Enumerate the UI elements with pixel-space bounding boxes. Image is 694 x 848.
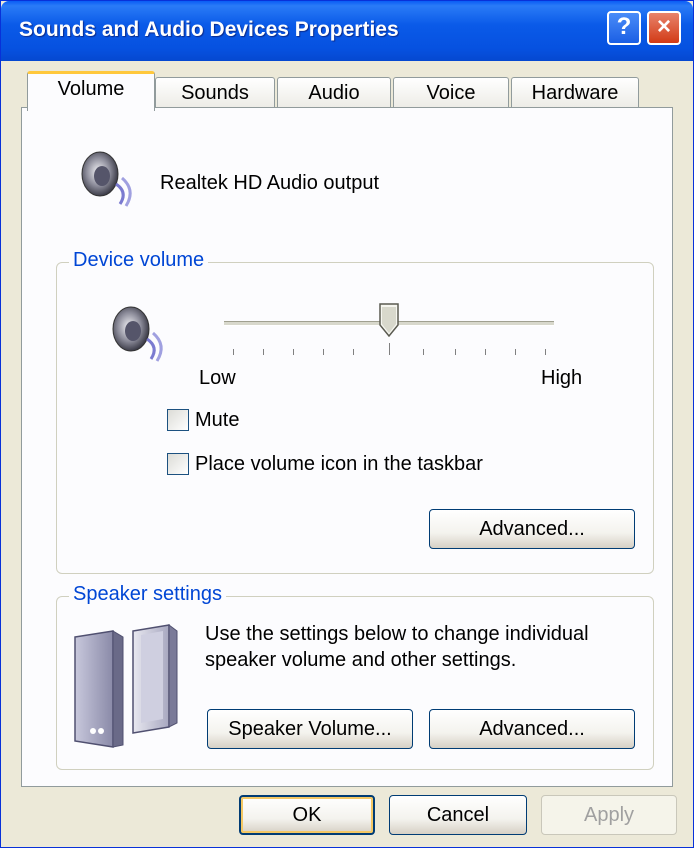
speaker-icon xyxy=(107,303,169,368)
device-volume-group: Device volume Low High Mute Place volume… xyxy=(56,249,654,574)
cancel-button[interactable]: Cancel xyxy=(389,795,527,835)
device-advanced-button[interactable]: Advanced... xyxy=(429,509,635,549)
apply-button[interactable]: Apply xyxy=(541,795,677,835)
volume-slider-thumb[interactable] xyxy=(379,303,399,338)
tab-audio[interactable]: Audio xyxy=(277,77,391,109)
device-volume-title: Device volume xyxy=(69,249,209,272)
mute-label[interactable]: Mute xyxy=(195,409,239,432)
window-title: Sounds and Audio Devices Properties xyxy=(19,18,399,41)
help-button[interactable]: ? xyxy=(607,11,641,45)
tab-hardware[interactable]: Hardware xyxy=(511,77,639,109)
slider-tick xyxy=(545,349,546,355)
slider-tick xyxy=(485,349,486,355)
close-button[interactable]: × xyxy=(647,11,681,45)
slider-tick xyxy=(455,349,456,355)
ok-button[interactable]: OK xyxy=(239,795,375,835)
speaker-description-line2: speaker volume and other settings. xyxy=(205,649,517,671)
slider-tick xyxy=(353,349,354,355)
speakers-icon xyxy=(69,623,185,762)
tab-strip: Volume Sounds Audio Voice Hardware xyxy=(21,71,671,111)
slider-tick xyxy=(389,343,390,355)
dialog-window: Sounds and Audio Devices Properties ? × … xyxy=(0,0,694,848)
slider-high-label: High xyxy=(541,367,583,389)
slider-tick xyxy=(423,349,424,355)
speaker-volume-button[interactable]: Speaker Volume... xyxy=(207,709,413,749)
taskbar-icon-label[interactable]: Place volume icon in the taskbar xyxy=(195,453,483,476)
speaker-description-line1: Use the settings below to change individ… xyxy=(205,623,589,645)
volume-tab-panel: Realtek HD Audio output Device volume Lo… xyxy=(21,107,673,787)
tab-sounds[interactable]: Sounds xyxy=(155,77,275,109)
slider-low-label: Low xyxy=(199,367,236,389)
slider-tick xyxy=(323,349,324,355)
speaker-settings-group: Speaker settings Use the settings below … xyxy=(56,583,654,770)
slider-tick xyxy=(293,349,294,355)
slider-tick xyxy=(515,349,516,355)
tab-voice[interactable]: Voice xyxy=(393,77,509,109)
question-mark-icon: ? xyxy=(616,13,632,40)
speaker-settings-title: Speaker settings xyxy=(69,583,226,606)
slider-tick xyxy=(233,349,234,355)
taskbar-icon-checkbox[interactable] xyxy=(167,453,189,475)
close-icon: × xyxy=(656,13,671,40)
slider-tick xyxy=(263,349,264,355)
speaker-icon xyxy=(76,148,138,213)
tab-volume[interactable]: Volume xyxy=(27,71,155,111)
speaker-advanced-button[interactable]: Advanced... xyxy=(429,709,635,749)
title-bar[interactable]: Sounds and Audio Devices Properties ? × xyxy=(1,1,693,61)
mute-checkbox[interactable] xyxy=(167,409,189,431)
device-name: Realtek HD Audio output xyxy=(160,172,380,194)
